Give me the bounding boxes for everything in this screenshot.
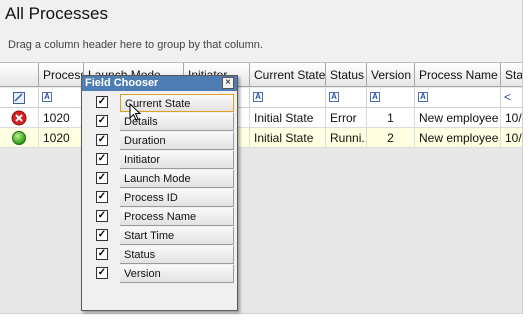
field-item-start-time[interactable]: ✓ Start Time bbox=[87, 227, 234, 245]
field-checkbox[interactable]: ✓ bbox=[96, 191, 108, 203]
field-checkbox[interactable]: ✓ bbox=[96, 248, 108, 260]
field-chooser-panel: Field Chooser × ✓ Current State ✓ Detail… bbox=[81, 75, 238, 311]
column-header-process-id[interactable]: Process ID bbox=[39, 63, 84, 87]
field-label-button[interactable]: Initiator bbox=[120, 151, 234, 169]
field-checkbox[interactable]: ✓ bbox=[96, 172, 108, 184]
field-item-details[interactable]: ✓ Details bbox=[87, 113, 234, 131]
field-item-launch-mode[interactable]: ✓ Launch Mode bbox=[87, 170, 234, 188]
field-checkbox[interactable]: ✓ bbox=[96, 267, 108, 279]
field-label-button[interactable]: Start Time bbox=[120, 227, 234, 245]
process-grid: Process ID Launch Mode Initiator Current… bbox=[0, 62, 522, 313]
field-label-button[interactable]: Version bbox=[120, 265, 234, 283]
field-item-process-id[interactable]: ✓ Process ID bbox=[87, 189, 234, 207]
field-label-button[interactable]: Duration bbox=[120, 132, 234, 150]
field-label-button[interactable]: Process Name bbox=[120, 208, 234, 226]
cell-start-time[interactable]: 10/ bbox=[501, 128, 522, 148]
table-row-selector[interactable] bbox=[0, 108, 39, 128]
filter-operator-icon[interactable]: A bbox=[418, 92, 428, 102]
filter-status[interactable]: A bbox=[326, 88, 367, 108]
field-item-current-state[interactable]: ✓ Current State bbox=[87, 94, 234, 112]
column-header-current-state[interactable]: Current State bbox=[250, 63, 326, 87]
field-checkbox[interactable]: ✓ bbox=[96, 210, 108, 222]
cell-status[interactable]: Runni... bbox=[326, 128, 367, 148]
column-header-process-name[interactable]: Process Name bbox=[415, 63, 501, 87]
field-checkbox[interactable]: ✓ bbox=[96, 115, 108, 127]
page-title: All Processes bbox=[5, 4, 108, 23]
filter-operator-icon[interactable]: A bbox=[253, 92, 263, 102]
cell-status[interactable]: Error bbox=[326, 108, 367, 128]
cell-version[interactable]: 1 bbox=[367, 108, 415, 128]
field-checkbox[interactable]: ✓ bbox=[96, 134, 108, 146]
field-item-process-name[interactable]: ✓ Process Name bbox=[87, 208, 234, 226]
table-row-selector[interactable] bbox=[0, 128, 39, 148]
field-label-button[interactable]: Process ID bbox=[120, 189, 234, 207]
cell-process-name[interactable]: New employee bbox=[415, 108, 501, 128]
field-item-duration[interactable]: ✓ Duration bbox=[87, 132, 234, 150]
mouse-cursor-icon bbox=[129, 103, 141, 121]
field-item-version[interactable]: ✓ Version bbox=[87, 265, 234, 283]
filter-row-selector[interactable] bbox=[0, 88, 39, 108]
field-checkbox[interactable]: ✓ bbox=[96, 96, 108, 108]
running-icon bbox=[12, 131, 26, 145]
cell-start-time[interactable]: 10/ bbox=[501, 108, 522, 128]
field-checkbox[interactable]: ✓ bbox=[96, 153, 108, 165]
filter-start-time[interactable]: < bbox=[501, 88, 522, 108]
all-processes-window: All Processes Drag a column header here … bbox=[0, 0, 523, 314]
filter-current-state[interactable]: A bbox=[250, 88, 326, 108]
filter-operator-icon[interactable]: A bbox=[370, 92, 380, 102]
field-item-initiator[interactable]: ✓ Initiator bbox=[87, 151, 234, 169]
error-icon bbox=[11, 110, 27, 126]
column-header-version[interactable]: Version bbox=[367, 63, 415, 87]
close-button[interactable]: × bbox=[222, 77, 234, 89]
cell-current-state[interactable]: Initial State bbox=[250, 108, 326, 128]
filter-process-id[interactable]: A bbox=[39, 88, 84, 108]
column-header-indicator[interactable] bbox=[0, 63, 39, 87]
field-item-status[interactable]: ✓ Status bbox=[87, 246, 234, 264]
cell-process-id[interactable]: 1020 bbox=[39, 108, 84, 128]
group-by-hint: Drag a column header here to group by th… bbox=[8, 39, 263, 51]
field-label-button[interactable]: Launch Mode bbox=[120, 170, 234, 188]
column-header-start-time[interactable]: Start Time bbox=[501, 63, 522, 87]
cell-process-id[interactable]: 1020 bbox=[39, 128, 84, 148]
filter-operator-icon[interactable]: A bbox=[42, 92, 52, 102]
filter-process-name[interactable]: A bbox=[415, 88, 501, 108]
cell-version[interactable]: 2 bbox=[367, 128, 415, 148]
field-chooser-title[interactable]: Field Chooser bbox=[82, 76, 237, 91]
field-checkbox[interactable]: ✓ bbox=[96, 229, 108, 241]
field-label-button[interactable]: Status bbox=[120, 246, 234, 264]
cell-process-name[interactable]: New employee bbox=[415, 128, 501, 148]
column-header-status[interactable]: Status bbox=[326, 63, 367, 87]
filter-clear-icon[interactable] bbox=[13, 92, 25, 104]
filter-operator-symbol[interactable]: < bbox=[504, 90, 511, 104]
filter-operator-icon[interactable]: A bbox=[329, 92, 339, 102]
filter-version[interactable]: A bbox=[367, 88, 415, 108]
cell-current-state[interactable]: Initial State bbox=[250, 128, 326, 148]
